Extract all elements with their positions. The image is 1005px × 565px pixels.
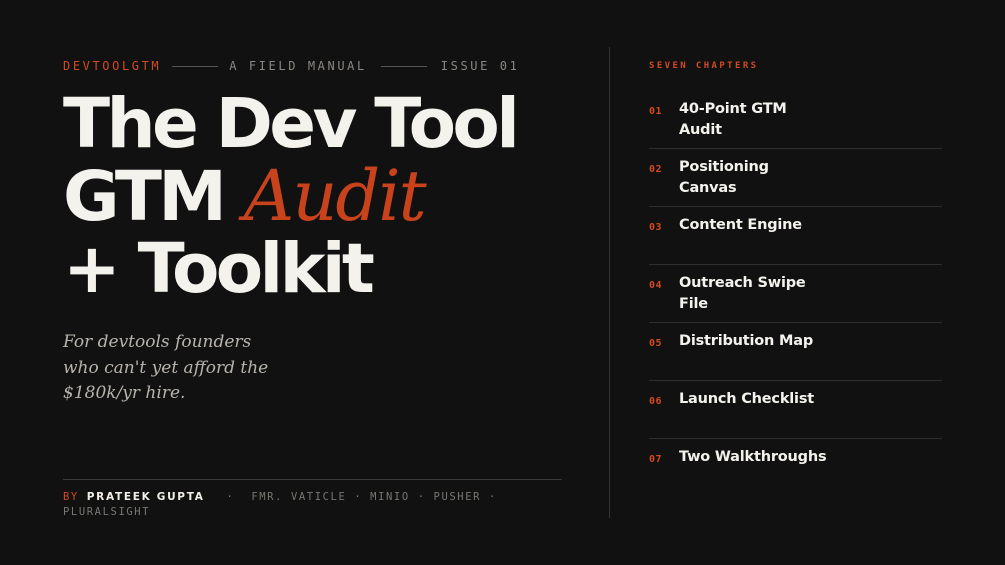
chapter-title: Launch Checklist (679, 391, 814, 407)
subtitle-line-2: who can't yet afford the (63, 357, 269, 378)
cover-left-panel: DEVTOOLGTM A FIELD MANUAL ISSUE 01 The D… (63, 0, 583, 565)
cover-title: The Dev Tool GTM Audit + Toolkit (63, 88, 603, 305)
chapter-item: 01 40-Point GTM Audit (649, 91, 942, 149)
issue-number: ISSUE 01 (440, 59, 520, 73)
byline-prefix: BY (63, 491, 79, 503)
masthead-rule (172, 65, 219, 67)
chapter-item: 06 Launch Checklist (649, 381, 942, 439)
footer-divider (63, 479, 562, 480)
chapter-number: 07 (649, 454, 663, 465)
chapter-title: Content Engine (679, 217, 802, 233)
brand-name: DEVTOOLGTM (63, 59, 162, 73)
chapter-list: 01 40-Point GTM Audit 02 Positioning Can… (649, 91, 942, 497)
title-line-3: + Toolkit (63, 229, 375, 309)
chapter-number: 06 (649, 396, 663, 407)
chapter-item: 04 Outreach Swipe File (649, 265, 942, 323)
subtitle-line-1: For devtools founders (63, 332, 252, 352)
chapter-title: Positioning Canvas (679, 159, 769, 196)
chapter-title: Distribution Map (679, 333, 814, 349)
byline: BY PRATEEK GUPTA · FMR. VATICLE · MINIO … (63, 490, 533, 519)
title-gtm: GTM (63, 157, 227, 237)
title-accent-word: Audit (243, 155, 427, 237)
title-line-1: The Dev Tool (63, 84, 520, 164)
chapter-number: 03 (649, 222, 663, 233)
chapter-title: Two Walkthroughs (679, 449, 827, 465)
cover-subtitle: For devtools founders who can't yet affo… (63, 330, 303, 407)
chapter-item: 05 Distribution Map (649, 323, 942, 381)
chapter-title: 40-Point GTM Audit (679, 101, 787, 138)
chapter-number: 04 (649, 280, 663, 291)
author-name: PRATEEK GUPTA (86, 491, 205, 503)
subtitle-line-3: $180k/yr hire. (63, 383, 186, 403)
masthead: DEVTOOLGTM A FIELD MANUAL ISSUE 01 (63, 59, 583, 73)
chapter-number: 01 (649, 106, 663, 117)
chapter-item: 03 Content Engine (649, 207, 942, 265)
vertical-divider (609, 47, 610, 518)
masthead-tagline: A FIELD MANUAL (229, 59, 367, 73)
chapter-item: 07 Two Walkthroughs (649, 439, 942, 497)
chapter-title: Outreach Swipe File (679, 275, 806, 312)
chapter-number: 05 (649, 338, 663, 349)
toc-heading: SEVEN CHAPTERS (649, 61, 759, 71)
byline-separator: · (226, 491, 235, 503)
chapter-item: 02 Positioning Canvas (649, 149, 942, 207)
chapter-number: 02 (649, 164, 663, 175)
title-line-2: GTM Audit (63, 160, 603, 233)
masthead-rule (380, 65, 427, 67)
